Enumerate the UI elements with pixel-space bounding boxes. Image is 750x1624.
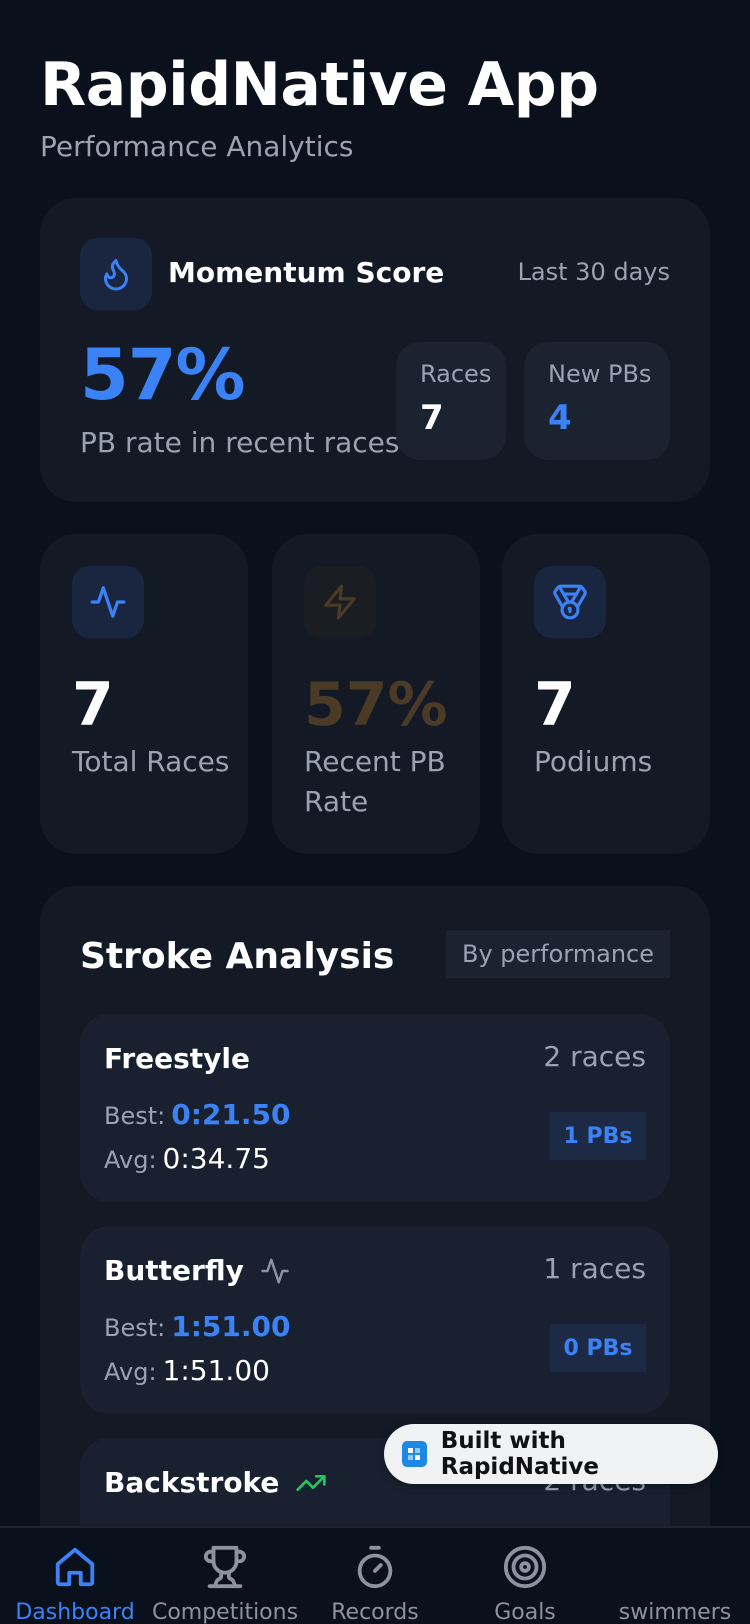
activity-icon <box>90 586 126 618</box>
new-pbs-mini-stat: New PBs 4 <box>524 342 670 460</box>
tab-competitions[interactable]: Competitions <box>150 1528 300 1624</box>
avg-value: 1:51.00 <box>162 1354 270 1387</box>
stroke-avg: Avg: 1:51.00 <box>104 1354 270 1387</box>
momentum-title: Momentum Score <box>168 256 445 289</box>
trending-up-icon <box>296 1474 327 1491</box>
momentum-card: Momentum Score Last 30 days 57% PB rate … <box>40 198 710 502</box>
medal-icon-box <box>534 566 606 638</box>
app-subtitle: Performance Analytics <box>40 130 354 163</box>
tab-label: Competitions <box>151 1600 299 1624</box>
tab-label: Goals <box>494 1600 556 1624</box>
app-title: RapidNative App <box>40 50 599 120</box>
new-pbs-label: New PBs <box>548 360 652 388</box>
activity-icon-box <box>72 566 144 638</box>
best-label: Best: <box>104 1102 166 1130</box>
races-mini-stat: Races 7 <box>396 342 506 460</box>
built-with-label: Built with RapidNative <box>440 1428 600 1480</box>
flame-icon <box>104 259 128 291</box>
stroke-name: Backstroke <box>104 1466 327 1499</box>
best-label: Best: <box>104 1314 166 1342</box>
recent-pb-rate-label: Recent PB Rate <box>304 745 446 818</box>
avg-label: Avg: <box>104 1146 157 1174</box>
podiums-value: 7 <box>534 670 576 740</box>
stroke-name-text: Freestyle <box>104 1042 251 1075</box>
stroke-name: Freestyle <box>104 1042 250 1075</box>
tab-dashboard[interactable]: Dashboard <box>0 1528 150 1624</box>
stroke-analysis-card: Stroke Analysis By performance Freestyle… <box>40 886 710 1624</box>
stroke-analysis-title: Stroke Analysis <box>80 936 395 977</box>
stroke-row-butterfly[interactable]: Butterfly 1 races Best: 1:51.00 Avg: 1:51.… <box>80 1226 670 1414</box>
stopwatch-icon <box>357 1545 393 1589</box>
stroke-best: Best: 0:21.50 <box>104 1098 290 1131</box>
podiums-label: Podiums <box>534 745 653 778</box>
avg-label: Avg: <box>104 1358 157 1386</box>
bottom-tab-bar: Dashboard Competitions Records Goals swi… <box>0 1526 750 1624</box>
momentum-description: PB rate in recent races <box>80 426 400 459</box>
activity-icon <box>261 1258 289 1283</box>
stroke-races: 2 races <box>543 1040 646 1073</box>
races-value: 7 <box>420 398 444 438</box>
tab-label: Records <box>331 1600 419 1624</box>
tab-goals[interactable]: Goals <box>450 1528 600 1624</box>
recent-pb-rate-card: 57% Recent PB Rate <box>272 534 480 854</box>
tab-label: swimmers <box>618 1600 732 1624</box>
trophy-icon <box>203 1545 247 1589</box>
tab-swimmers[interactable]: swimmers <box>600 1528 750 1624</box>
tab-records[interactable]: Records <box>300 1528 450 1624</box>
rapidnative-logo-icon <box>402 1441 427 1467</box>
flame-icon-box <box>80 238 152 310</box>
best-value: 0:21.50 <box>171 1098 291 1131</box>
best-value: 1:51.00 <box>171 1310 291 1343</box>
target-icon <box>503 1545 547 1589</box>
momentum-percent: 57% <box>80 334 246 416</box>
pb-badge: 1 PBs <box>550 1112 646 1160</box>
new-pbs-value: 4 <box>548 398 572 438</box>
avg-value: 0:34.75 <box>162 1142 270 1175</box>
recent-pb-rate-value: 57% <box>304 670 448 740</box>
podiums-card: 7 Podiums <box>502 534 710 854</box>
stroke-name-text: Butterfly <box>104 1254 244 1287</box>
home-icon <box>55 1547 95 1587</box>
total-races-label: Total Races <box>72 745 230 778</box>
sort-by-performance-button[interactable]: By performance <box>446 930 670 978</box>
races-label: Races <box>420 360 492 388</box>
lightning-icon <box>324 584 356 620</box>
momentum-period: Last 30 days <box>517 258 670 286</box>
stroke-name: Butterfly <box>104 1254 290 1287</box>
stroke-name-text: Backstroke <box>104 1466 280 1499</box>
stroke-avg: Avg: 0:34.75 <box>104 1142 270 1175</box>
tab-label: Dashboard <box>15 1600 135 1624</box>
lightning-icon-box <box>304 566 376 638</box>
medal-icon <box>553 584 587 620</box>
total-races-value: 7 <box>72 670 114 740</box>
total-races-card: 7 Total Races <box>40 534 248 854</box>
stroke-row-freestyle[interactable]: Freestyle 2 races Best: 0:21.50 Avg: 0:34.… <box>80 1014 670 1202</box>
pb-badge: 0 PBs <box>550 1324 646 1372</box>
stroke-races: 1 races <box>543 1252 646 1285</box>
stroke-best: Best: 1:51.00 <box>104 1310 290 1343</box>
built-with-rapidnative-badge[interactable]: Built with RapidNative <box>384 1424 718 1484</box>
